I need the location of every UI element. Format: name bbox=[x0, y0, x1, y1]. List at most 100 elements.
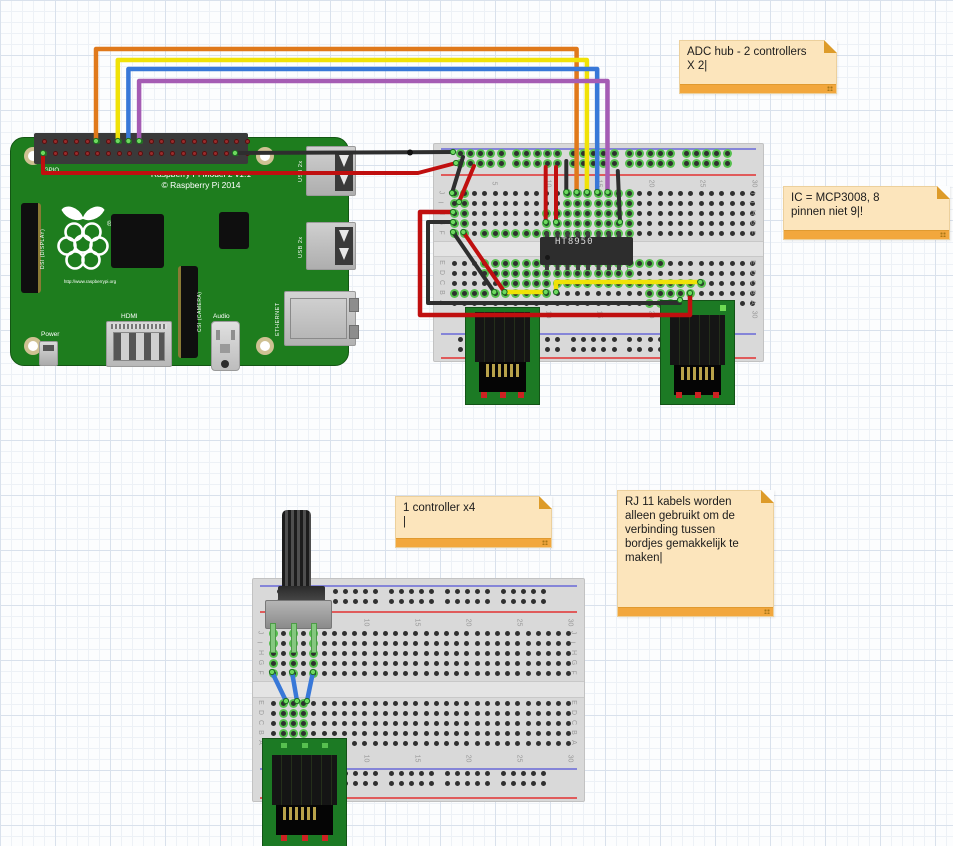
breadboard-hole bbox=[444, 641, 449, 646]
gpio-pin[interactable] bbox=[138, 151, 143, 156]
gpio-pin[interactable] bbox=[127, 139, 132, 144]
sticky-note-rj11[interactable]: RJ 11 kabels worden alleen gebruikt om d… bbox=[617, 490, 774, 617]
breadboard-hole bbox=[694, 161, 699, 166]
gpio-pin[interactable] bbox=[85, 139, 90, 144]
rj11-connector-left[interactable] bbox=[465, 307, 540, 405]
gpio-pin[interactable] bbox=[85, 151, 90, 156]
breadboard-hole bbox=[393, 701, 398, 706]
gpio-pin[interactable] bbox=[74, 151, 79, 156]
breadboard-hole bbox=[322, 711, 327, 716]
breadboard-hole bbox=[445, 781, 450, 786]
gpio-pin[interactable] bbox=[224, 151, 229, 156]
gpio-pin[interactable] bbox=[95, 139, 100, 144]
gpio-pin[interactable] bbox=[224, 139, 229, 144]
breadboard-hole bbox=[478, 161, 483, 166]
gpio-header[interactable] bbox=[34, 133, 248, 164]
breadboard-hole bbox=[688, 221, 693, 226]
sticky-note-mcp3008[interactable]: IC = MCP3008, 8 pinnen niet 9|! bbox=[783, 186, 950, 240]
gpio-pin[interactable] bbox=[245, 139, 250, 144]
gpio-pin[interactable] bbox=[42, 139, 47, 144]
gpio-pin[interactable] bbox=[170, 139, 175, 144]
gpio-pin[interactable] bbox=[42, 151, 47, 156]
raspberry-pi-board[interactable]: GPIO Raspberry Pi Model 2 v1.1 © Raspber… bbox=[10, 137, 349, 366]
gpio-pin[interactable] bbox=[149, 139, 154, 144]
breadboard-hole bbox=[472, 271, 477, 276]
breadboard-hole bbox=[475, 651, 480, 656]
breadboard-hole bbox=[488, 151, 493, 156]
rj11-connector-bottom[interactable] bbox=[262, 738, 347, 846]
gpio-pin[interactable] bbox=[138, 139, 143, 144]
gpio-pin[interactable] bbox=[192, 151, 197, 156]
gpio-pin[interactable] bbox=[127, 151, 132, 156]
gpio-pin[interactable] bbox=[213, 139, 218, 144]
gpio-pin[interactable] bbox=[74, 139, 79, 144]
gpio-pin[interactable] bbox=[95, 151, 100, 156]
breadboard-hole bbox=[688, 201, 693, 206]
gpio-pin[interactable] bbox=[106, 139, 111, 144]
gpio-pin[interactable] bbox=[245, 151, 250, 156]
breadboard-hole bbox=[424, 701, 429, 706]
sticky-note-controller[interactable]: 1 controller x4 | bbox=[395, 496, 552, 548]
breadboard-hole bbox=[515, 701, 520, 706]
breadboard-hole bbox=[524, 291, 529, 296]
gpio-pin[interactable] bbox=[234, 139, 239, 144]
sticky-note-adc-hub[interactable]: ADC hub - 2 controllers X 2| bbox=[679, 40, 837, 94]
breadboard-hole bbox=[429, 771, 434, 776]
breadboard-hole bbox=[526, 661, 531, 666]
note-resize-bar[interactable] bbox=[396, 538, 551, 547]
gpio-pin[interactable] bbox=[192, 139, 197, 144]
breadboard-hole bbox=[353, 599, 358, 604]
note-resize-bar[interactable] bbox=[680, 84, 836, 93]
breadboard-hole bbox=[565, 191, 570, 196]
breadboard-hole bbox=[637, 161, 642, 166]
rj11-connector-right[interactable] bbox=[660, 300, 735, 405]
breadboard-hole bbox=[637, 151, 642, 156]
gpio-pin[interactable] bbox=[149, 151, 154, 156]
breadboard-hole bbox=[464, 721, 469, 726]
note-resize-bar[interactable] bbox=[618, 607, 773, 616]
gpio-pin[interactable] bbox=[234, 151, 239, 156]
breadboard-hole bbox=[503, 191, 508, 196]
gpio-pin[interactable] bbox=[117, 151, 122, 156]
resize-grip-icon[interactable] bbox=[940, 232, 946, 237]
jack-pin bbox=[699, 367, 702, 380]
gpio-pin[interactable] bbox=[202, 151, 207, 156]
resize-grip-icon[interactable] bbox=[764, 609, 770, 614]
solder-pad bbox=[676, 392, 682, 398]
potentiometer[interactable] bbox=[256, 510, 332, 655]
pi-url-text: http://www.raspberrypi.org bbox=[45, 279, 135, 284]
gpio-pin[interactable] bbox=[181, 151, 186, 156]
breadboard-hole bbox=[531, 599, 536, 604]
gpio-pin[interactable] bbox=[170, 151, 175, 156]
breadboard-hole bbox=[362, 641, 367, 646]
ic-chip[interactable]: HT8950 bbox=[540, 237, 633, 265]
breadboard-hole bbox=[647, 301, 652, 306]
gpio-pin[interactable] bbox=[159, 139, 164, 144]
gpio-pin[interactable] bbox=[63, 139, 68, 144]
gpio-pin[interactable] bbox=[181, 139, 186, 144]
gpio-pin[interactable] bbox=[213, 151, 218, 156]
gpio-pin[interactable] bbox=[159, 151, 164, 156]
resize-grip-icon[interactable] bbox=[827, 86, 833, 91]
breadboard-hole bbox=[291, 721, 296, 726]
resize-grip-icon[interactable] bbox=[542, 540, 548, 545]
gpio-pin[interactable] bbox=[106, 151, 111, 156]
gpio-pin[interactable] bbox=[202, 139, 207, 144]
gpio-pin[interactable] bbox=[53, 139, 58, 144]
breadboard-hole bbox=[342, 701, 347, 706]
breadboard-hole bbox=[503, 261, 508, 266]
column-label: 15 bbox=[596, 311, 603, 319]
row-label: I bbox=[568, 642, 575, 644]
breadboard-hole bbox=[575, 281, 580, 286]
breadboard-hole bbox=[311, 711, 316, 716]
gpio-pin[interactable] bbox=[63, 151, 68, 156]
pi-model-text: Raspberry Pi Model 2 v1.1 bbox=[71, 169, 331, 179]
gpio-pin[interactable] bbox=[117, 139, 122, 144]
breadboard-hole bbox=[505, 641, 510, 646]
breadboard-hole bbox=[730, 261, 735, 266]
breadboard-hole bbox=[301, 731, 306, 736]
breadboard-hole bbox=[478, 151, 483, 156]
note-resize-bar[interactable] bbox=[784, 230, 949, 239]
gpio-pin[interactable] bbox=[53, 151, 58, 156]
breadboard-hole bbox=[419, 771, 424, 776]
